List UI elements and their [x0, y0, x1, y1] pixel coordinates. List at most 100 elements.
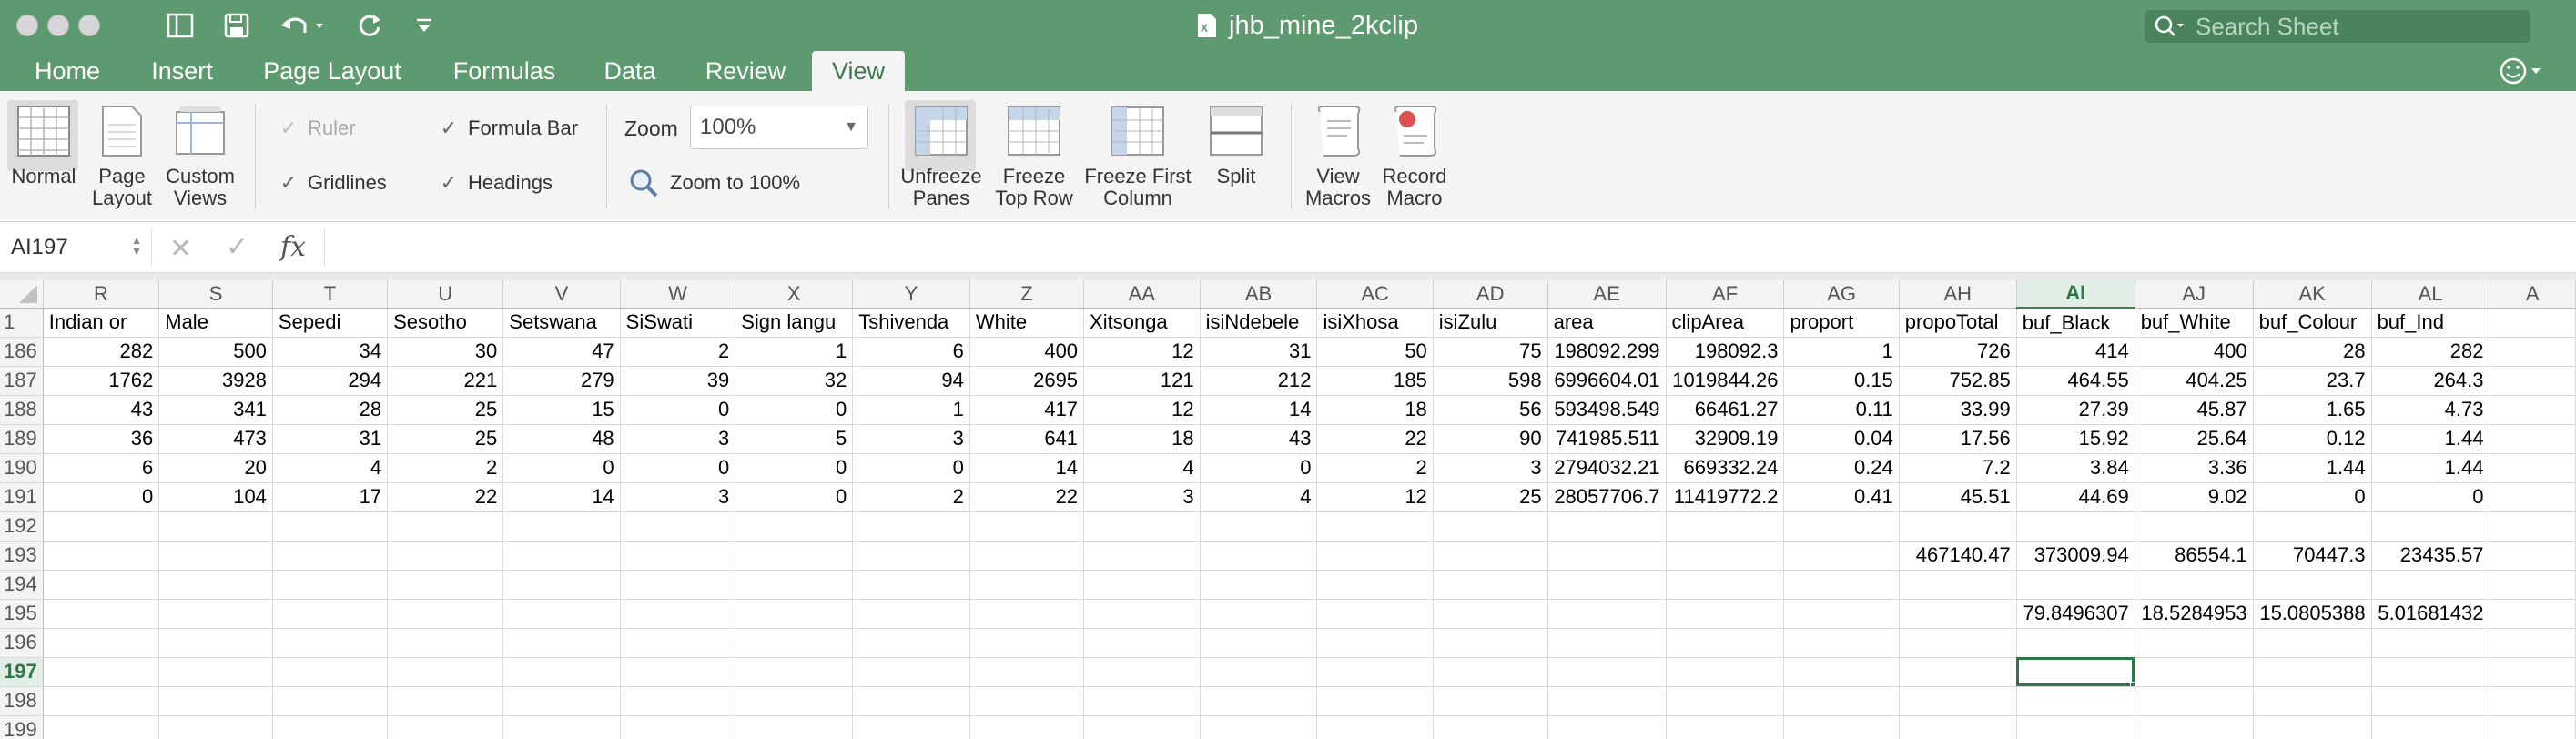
- cell-s199[interactable]: [158, 715, 273, 739]
- tab-formulas[interactable]: Formulas: [441, 51, 568, 91]
- cell-ai196[interactable]: [2016, 628, 2135, 658]
- cell-ak188[interactable]: 1.65: [2253, 395, 2372, 425]
- column-header-u[interactable]: U: [387, 280, 504, 309]
- customize-toolbar-icon[interactable]: [406, 9, 442, 42]
- cell-r194[interactable]: [43, 570, 160, 600]
- cell-ai188[interactable]: 27.39: [2016, 395, 2135, 425]
- cell-ad189[interactable]: 90: [1433, 424, 1548, 454]
- cell-af1[interactable]: clipArea: [1666, 308, 1785, 338]
- cell-z188[interactable]: 417: [969, 395, 1085, 425]
- cell-ae186[interactable]: 198092.299: [1547, 337, 1667, 367]
- row-header[interactable]: 186: [0, 337, 44, 367]
- cell-w188[interactable]: 0: [620, 395, 736, 425]
- cell-z190[interactable]: 14: [969, 453, 1085, 483]
- cell-aj192[interactable]: [2135, 511, 2254, 542]
- cell-ad196[interactable]: [1433, 628, 1548, 658]
- row-header[interactable]: 199: [0, 715, 44, 739]
- cell-r1[interactable]: Indian or: [43, 308, 160, 338]
- cell-t188[interactable]: 28: [272, 395, 389, 425]
- cell-ad198[interactable]: [1433, 686, 1548, 716]
- cell-ab194[interactable]: [1200, 570, 1318, 600]
- cell-aj187[interactable]: 404.25: [2135, 366, 2254, 396]
- cell-aa187[interactable]: 121: [1083, 366, 1201, 396]
- cell-ag199[interactable]: [1783, 715, 1900, 739]
- cell-ai189[interactable]: 15.92: [2016, 424, 2135, 454]
- cell-a191[interactable]: [2490, 482, 2576, 512]
- cell-ai190[interactable]: 3.84: [2016, 453, 2135, 483]
- cell-y187[interactable]: 94: [852, 366, 970, 396]
- page-layout-view-button[interactable]: Page Layout: [87, 102, 157, 209]
- cell-ah192[interactable]: [1899, 511, 2017, 542]
- cell-ac195[interactable]: [1316, 599, 1434, 629]
- cell-ag189[interactable]: 0.04: [1783, 424, 1900, 454]
- cell-u195[interactable]: [387, 599, 504, 629]
- cell-ae199[interactable]: [1547, 715, 1667, 739]
- cell-ak187[interactable]: 23.7: [2253, 366, 2372, 396]
- cell-ad197[interactable]: [1433, 657, 1548, 687]
- cell-u192[interactable]: [387, 511, 504, 542]
- cell-ak195[interactable]: 15.0805388: [2253, 599, 2372, 629]
- row-header[interactable]: 189: [0, 424, 44, 454]
- cell-aa1[interactable]: Xitsonga: [1083, 308, 1201, 338]
- row-header[interactable]: 196: [0, 628, 44, 658]
- gridlines-checkbox[interactable]: ✓ Gridlines: [279, 171, 387, 195]
- cell-u191[interactable]: 22: [387, 482, 504, 512]
- cell-x194[interactable]: [735, 570, 854, 600]
- cell-al186[interactable]: 282: [2371, 337, 2490, 367]
- cell-ak191[interactable]: 0: [2253, 482, 2372, 512]
- cell-aj191[interactable]: 9.02: [2135, 482, 2254, 512]
- cell-a189[interactable]: [2490, 424, 2576, 454]
- cell-ak197[interactable]: [2253, 657, 2372, 687]
- cell-ae192[interactable]: [1547, 511, 1667, 542]
- cell-ag198[interactable]: [1783, 686, 1900, 716]
- cell-w192[interactable]: [620, 511, 736, 542]
- column-header-ae[interactable]: AE: [1547, 280, 1667, 309]
- column-header-ab[interactable]: AB: [1200, 280, 1318, 309]
- cell-y192[interactable]: [852, 511, 970, 542]
- row-header[interactable]: 192: [0, 511, 44, 542]
- cell-al189[interactable]: 1.44: [2371, 424, 2490, 454]
- cell-u186[interactable]: 30: [387, 337, 504, 367]
- cell-af191[interactable]: 11419772.2: [1666, 482, 1785, 512]
- cell-ab192[interactable]: [1200, 511, 1318, 542]
- cell-s193[interactable]: [158, 541, 273, 571]
- cell-af193[interactable]: [1666, 541, 1785, 571]
- cell-aa189[interactable]: 18: [1083, 424, 1201, 454]
- cell-a187[interactable]: [2490, 366, 2576, 396]
- cell-ag196[interactable]: [1783, 628, 1900, 658]
- cell-r199[interactable]: [43, 715, 160, 739]
- cell-a195[interactable]: [2490, 599, 2576, 629]
- cell-ac191[interactable]: 12: [1316, 482, 1434, 512]
- name-box-stepper-icon[interactable]: ▲ ▼: [131, 235, 142, 257]
- cell-af186[interactable]: 198092.3: [1666, 337, 1785, 367]
- cell-al192[interactable]: [2371, 511, 2490, 542]
- column-header-ag[interactable]: AG: [1783, 280, 1900, 309]
- cell-ah189[interactable]: 17.56: [1899, 424, 2017, 454]
- cell-aj197[interactable]: [2135, 657, 2254, 687]
- zoom-select[interactable]: 100% ▼: [690, 106, 868, 149]
- cell-aj196[interactable]: [2135, 628, 2254, 658]
- cell-t193[interactable]: [272, 541, 389, 571]
- cell-aj189[interactable]: 25.64: [2135, 424, 2254, 454]
- cell-ac189[interactable]: 22: [1316, 424, 1434, 454]
- formula-bar-checkbox[interactable]: ✓ Formula Bar: [439, 116, 578, 140]
- cell-ah195[interactable]: [1899, 599, 2017, 629]
- cell-v195[interactable]: [502, 599, 621, 629]
- cell-ab193[interactable]: [1200, 541, 1318, 571]
- cell-w187[interactable]: 39: [620, 366, 736, 396]
- cell-aa188[interactable]: 12: [1083, 395, 1201, 425]
- cell-ad199[interactable]: [1433, 715, 1548, 739]
- cell-x191[interactable]: 0: [735, 482, 854, 512]
- cell-s198[interactable]: [158, 686, 273, 716]
- cell-aa199[interactable]: [1083, 715, 1201, 739]
- cell-x189[interactable]: 5: [735, 424, 854, 454]
- cell-ac199[interactable]: [1316, 715, 1434, 739]
- column-header-y[interactable]: Y: [852, 280, 970, 309]
- cell-ad188[interactable]: 56: [1433, 395, 1548, 425]
- cell-ae188[interactable]: 593498.549: [1547, 395, 1667, 425]
- cell-aa198[interactable]: [1083, 686, 1201, 716]
- cell-y195[interactable]: [852, 599, 970, 629]
- cell-a186[interactable]: [2490, 337, 2576, 367]
- cell-ah194[interactable]: [1899, 570, 2017, 600]
- cell-aj186[interactable]: 400: [2135, 337, 2254, 367]
